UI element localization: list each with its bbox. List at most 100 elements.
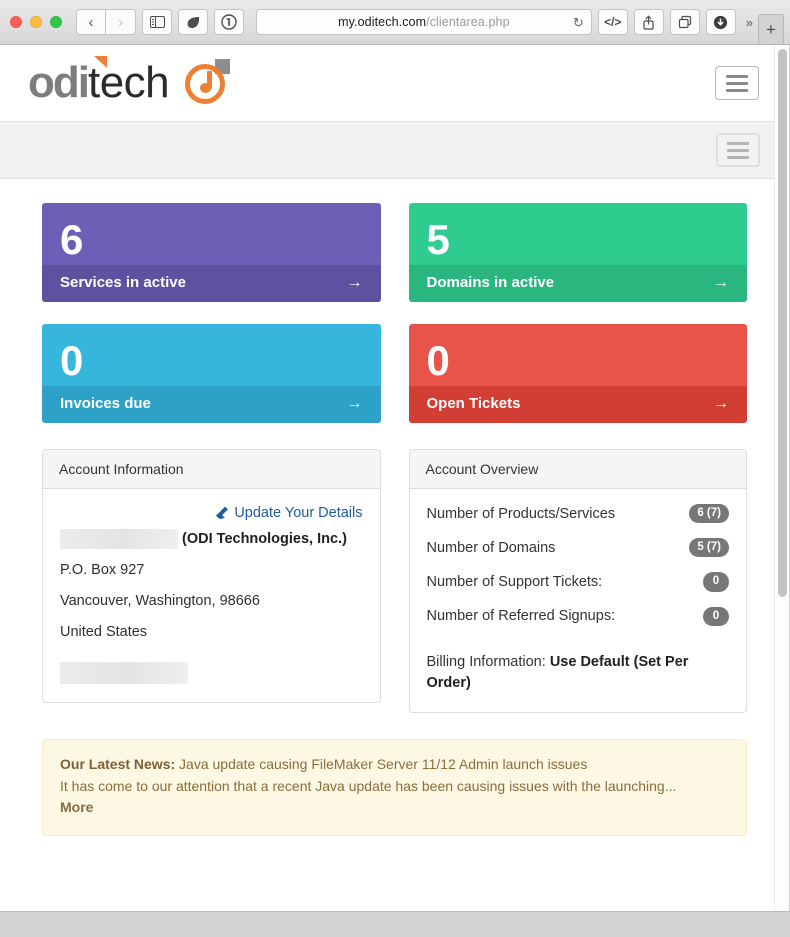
pencil-icon — [218, 505, 231, 518]
site-header: odi tech — [0, 45, 789, 121]
logo-wordmark: odi tech — [28, 56, 170, 107]
account-address-line-1: P.O. Box 927 — [60, 562, 145, 578]
onepassword-button[interactable] — [214, 9, 244, 35]
circled-one-icon — [221, 14, 237, 30]
billing-information: Billing Information: Use Default (Set Pe… — [427, 652, 730, 694]
stat-card-tickets[interactable]: 0 Open Tickets → — [408, 324, 747, 423]
stat-card-body: 0 — [42, 324, 381, 386]
panel-body: Update Your Details (ODI Technologies, I… — [43, 489, 380, 702]
stat-value: 0 — [426, 337, 450, 384]
close-window-button[interactable] — [10, 16, 22, 28]
address-bar[interactable]: my.oditech.com/clientarea.php ↻ — [256, 9, 592, 35]
site-logo[interactable]: odi tech — [28, 56, 231, 107]
update-details-link[interactable]: Update Your Details — [234, 505, 362, 521]
news-headline: Java update causing FileMaker Server 11/… — [179, 755, 588, 772]
minimize-window-button[interactable] — [30, 16, 42, 28]
news-more-link[interactable]: More — [60, 797, 93, 819]
overview-label: Number of Products/Services — [426, 505, 616, 522]
arrow-right-icon: → — [346, 394, 363, 412]
stat-label: Open Tickets — [426, 395, 521, 412]
web-page: odi tech 6 Services in active → 5 Domain… — [0, 45, 789, 866]
stat-card-invoices[interactable]: 0 Invoices due → — [42, 324, 381, 423]
hamburger-bar-icon — [726, 81, 748, 85]
stat-card-services[interactable]: 6 Services in active → — [42, 203, 381, 302]
panel-title: Account Overview — [409, 450, 746, 489]
status-badge: 6 (7) — [689, 504, 729, 524]
show-tabs-button[interactable] — [669, 9, 700, 35]
reader-mode-button[interactable] — [178, 9, 208, 35]
hamburger-bar-icon — [726, 88, 748, 92]
status-badge: 0 — [703, 606, 729, 626]
url-host: my.oditech.com — [338, 15, 427, 29]
reload-icon[interactable]: ↻ — [573, 16, 584, 29]
chevron-left-icon: ‹ — [88, 13, 94, 31]
account-overview-panel: Account Overview Number of Products/Serv… — [408, 449, 747, 713]
scrollbar-thumb[interactable] — [778, 49, 787, 597]
header-menu-toggle-button[interactable] — [715, 66, 759, 100]
sidebar-toggle-button[interactable] — [142, 9, 172, 35]
logo-mark-icon — [182, 59, 231, 107]
hamburger-bar-icon — [727, 141, 749, 145]
arrow-right-icon: → — [346, 273, 363, 291]
logo-primary-text: odi — [28, 58, 90, 107]
panel-title: Account Information — [43, 450, 380, 489]
update-details-row: Update Your Details — [60, 504, 362, 522]
panels-row: Account Information Update Your Details … — [42, 449, 747, 713]
stat-card-footer: Services in active → — [42, 265, 381, 302]
news-excerpt: It has come to our attention that a rece… — [60, 777, 677, 794]
hamburger-bar-icon — [727, 155, 749, 159]
redacted-name-block — [60, 529, 178, 549]
hamburger-bar-icon — [726, 74, 748, 78]
stat-card-body: 0 — [408, 324, 747, 386]
window-status-bar — [0, 911, 790, 937]
stat-card-domains[interactable]: 5 Domains in active → — [408, 203, 747, 302]
latest-news-alert: Our Latest News: Java update causing Fil… — [42, 738, 747, 836]
news-prefix: Our Latest News: — [60, 755, 176, 772]
navigation-buttons: ‹ › — [76, 9, 136, 35]
url-text: my.oditech.com/clientarea.php — [338, 15, 510, 29]
redacted-contact-block — [60, 661, 188, 684]
window-controls — [10, 16, 62, 28]
account-name-line: (ODI Technologies, Inc.) — [60, 529, 363, 549]
arrow-right-icon: → — [713, 273, 729, 291]
main-content: 6 Services in active → 5 Domains in acti… — [0, 179, 789, 836]
navbar-menu-toggle-button[interactable] — [716, 133, 760, 167]
stat-value: 0 — [60, 337, 83, 384]
share-button[interactable] — [633, 9, 664, 35]
overview-row: Number of Referred Signups: 0 — [427, 606, 729, 626]
toolbar-overflow-button[interactable]: » — [742, 15, 756, 30]
back-button[interactable]: ‹ — [76, 9, 106, 35]
stat-value: 5 — [426, 216, 450, 263]
arrow-right-icon: → — [713, 394, 729, 412]
maximize-window-button[interactable] — [50, 16, 62, 28]
stat-card-body: 5 — [408, 203, 747, 265]
download-icon — [714, 15, 728, 29]
browser-toolbar: ‹ › my.oditech.com/clientarea.php ↻ </> … — [0, 0, 790, 45]
downloads-button[interactable] — [705, 9, 736, 35]
overview-label: Number of Support Tickets: — [426, 574, 603, 591]
forward-button[interactable]: › — [106, 9, 136, 35]
stat-cards-row-2: 0 Invoices due → 0 Open Tickets → — [42, 324, 747, 423]
sidebar-icon — [149, 16, 165, 28]
account-information-panel: Account Information Update Your Details … — [42, 449, 381, 703]
web-inspector-button[interactable]: </> — [597, 9, 628, 35]
stat-label: Invoices due — [60, 395, 151, 412]
panel-body: Number of Products/Services 6 (7) Number… — [410, 489, 747, 712]
overview-label: Number of Domains — [426, 539, 556, 556]
stat-cards-row-1: 6 Services in active → 5 Domains in acti… — [42, 203, 747, 302]
billing-label: Billing Information: — [426, 653, 546, 670]
leaf-icon — [187, 16, 199, 28]
stat-card-footer: Invoices due → — [42, 386, 381, 423]
site-navbar — [0, 121, 789, 179]
status-badge: 5 (7) — [689, 538, 729, 558]
tabs-icon — [678, 15, 691, 29]
overview-row: Number of Products/Services 6 (7) — [426, 504, 729, 524]
stat-card-footer: Domains in active → — [408, 265, 747, 302]
status-badge: 0 — [703, 572, 729, 592]
stat-label: Services in active — [60, 274, 186, 291]
page-scrollbar[interactable] — [774, 45, 789, 911]
account-country: United States — [60, 623, 148, 640]
new-tab-button[interactable]: + — [758, 14, 784, 44]
stat-card-body: 6 — [42, 203, 381, 265]
chevron-right-icon: › — [118, 13, 123, 31]
